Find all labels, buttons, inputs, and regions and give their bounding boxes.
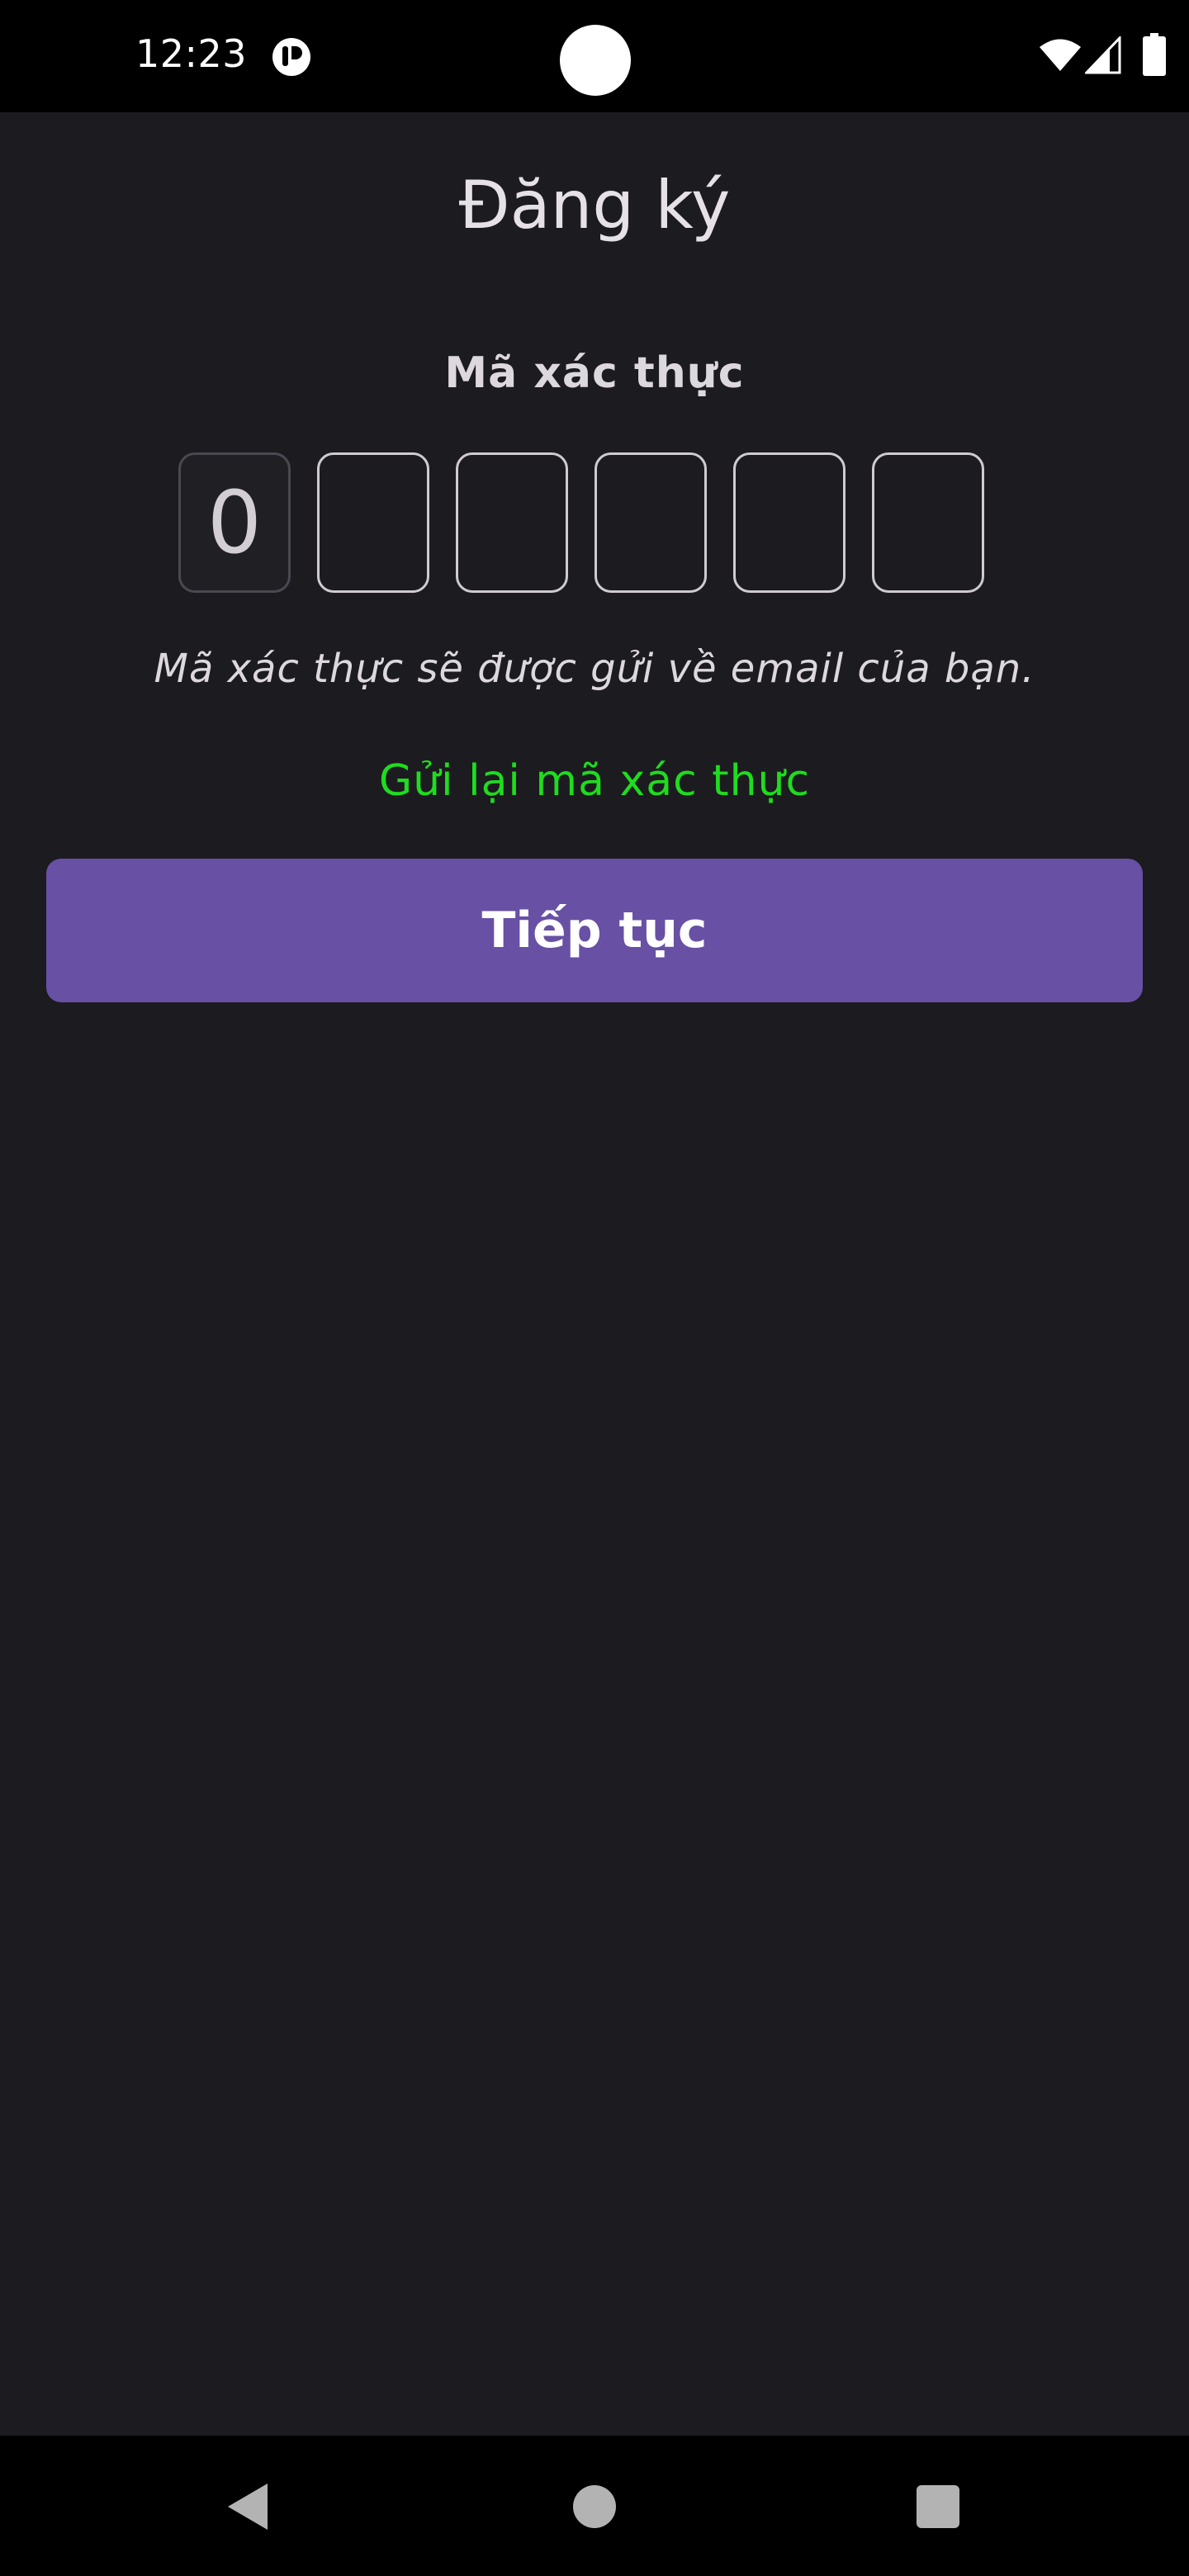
signal-icon bbox=[1085, 36, 1121, 74]
otp-input-group bbox=[178, 452, 988, 596]
verification-code-label: Mã xác thực bbox=[444, 348, 745, 398]
home-icon[interactable] bbox=[573, 2485, 616, 2528]
continue-button[interactable]: Tiếp tục bbox=[46, 859, 1143, 1002]
camera-cutout bbox=[560, 25, 631, 96]
status-time: 12:23 bbox=[135, 31, 248, 76]
navigation-bar bbox=[0, 2436, 1189, 2576]
phone-screen: 12:23 Đăng ký Mã xác thực 0 Mã xác thực … bbox=[0, 0, 1189, 2576]
otp-digit-5[interactable] bbox=[733, 452, 846, 593]
otp-digit-1[interactable] bbox=[178, 452, 291, 593]
wifi-icon bbox=[1040, 39, 1081, 71]
notification-app-icon bbox=[272, 38, 310, 76]
otp-digit-6[interactable] bbox=[872, 452, 984, 593]
signup-screen: Đăng ký Mã xác thực Mã xác thực sẽ được … bbox=[0, 112, 1189, 2436]
otp-digit-4[interactable] bbox=[594, 452, 707, 593]
recents-icon[interactable] bbox=[917, 2485, 959, 2528]
battery-icon bbox=[1143, 33, 1166, 76]
verification-hint: Mã xác thực sẽ được gửi về email của bạn… bbox=[154, 646, 1035, 692]
otp-digit-2[interactable] bbox=[317, 452, 429, 593]
back-icon[interactable] bbox=[225, 2480, 271, 2533]
resend-code-link[interactable]: Gửi lại mã xác thực bbox=[0, 756, 1189, 806]
page-title: Đăng ký bbox=[458, 167, 731, 244]
otp-digit-3[interactable] bbox=[456, 452, 568, 593]
status-bar: 12:23 bbox=[0, 0, 1189, 112]
